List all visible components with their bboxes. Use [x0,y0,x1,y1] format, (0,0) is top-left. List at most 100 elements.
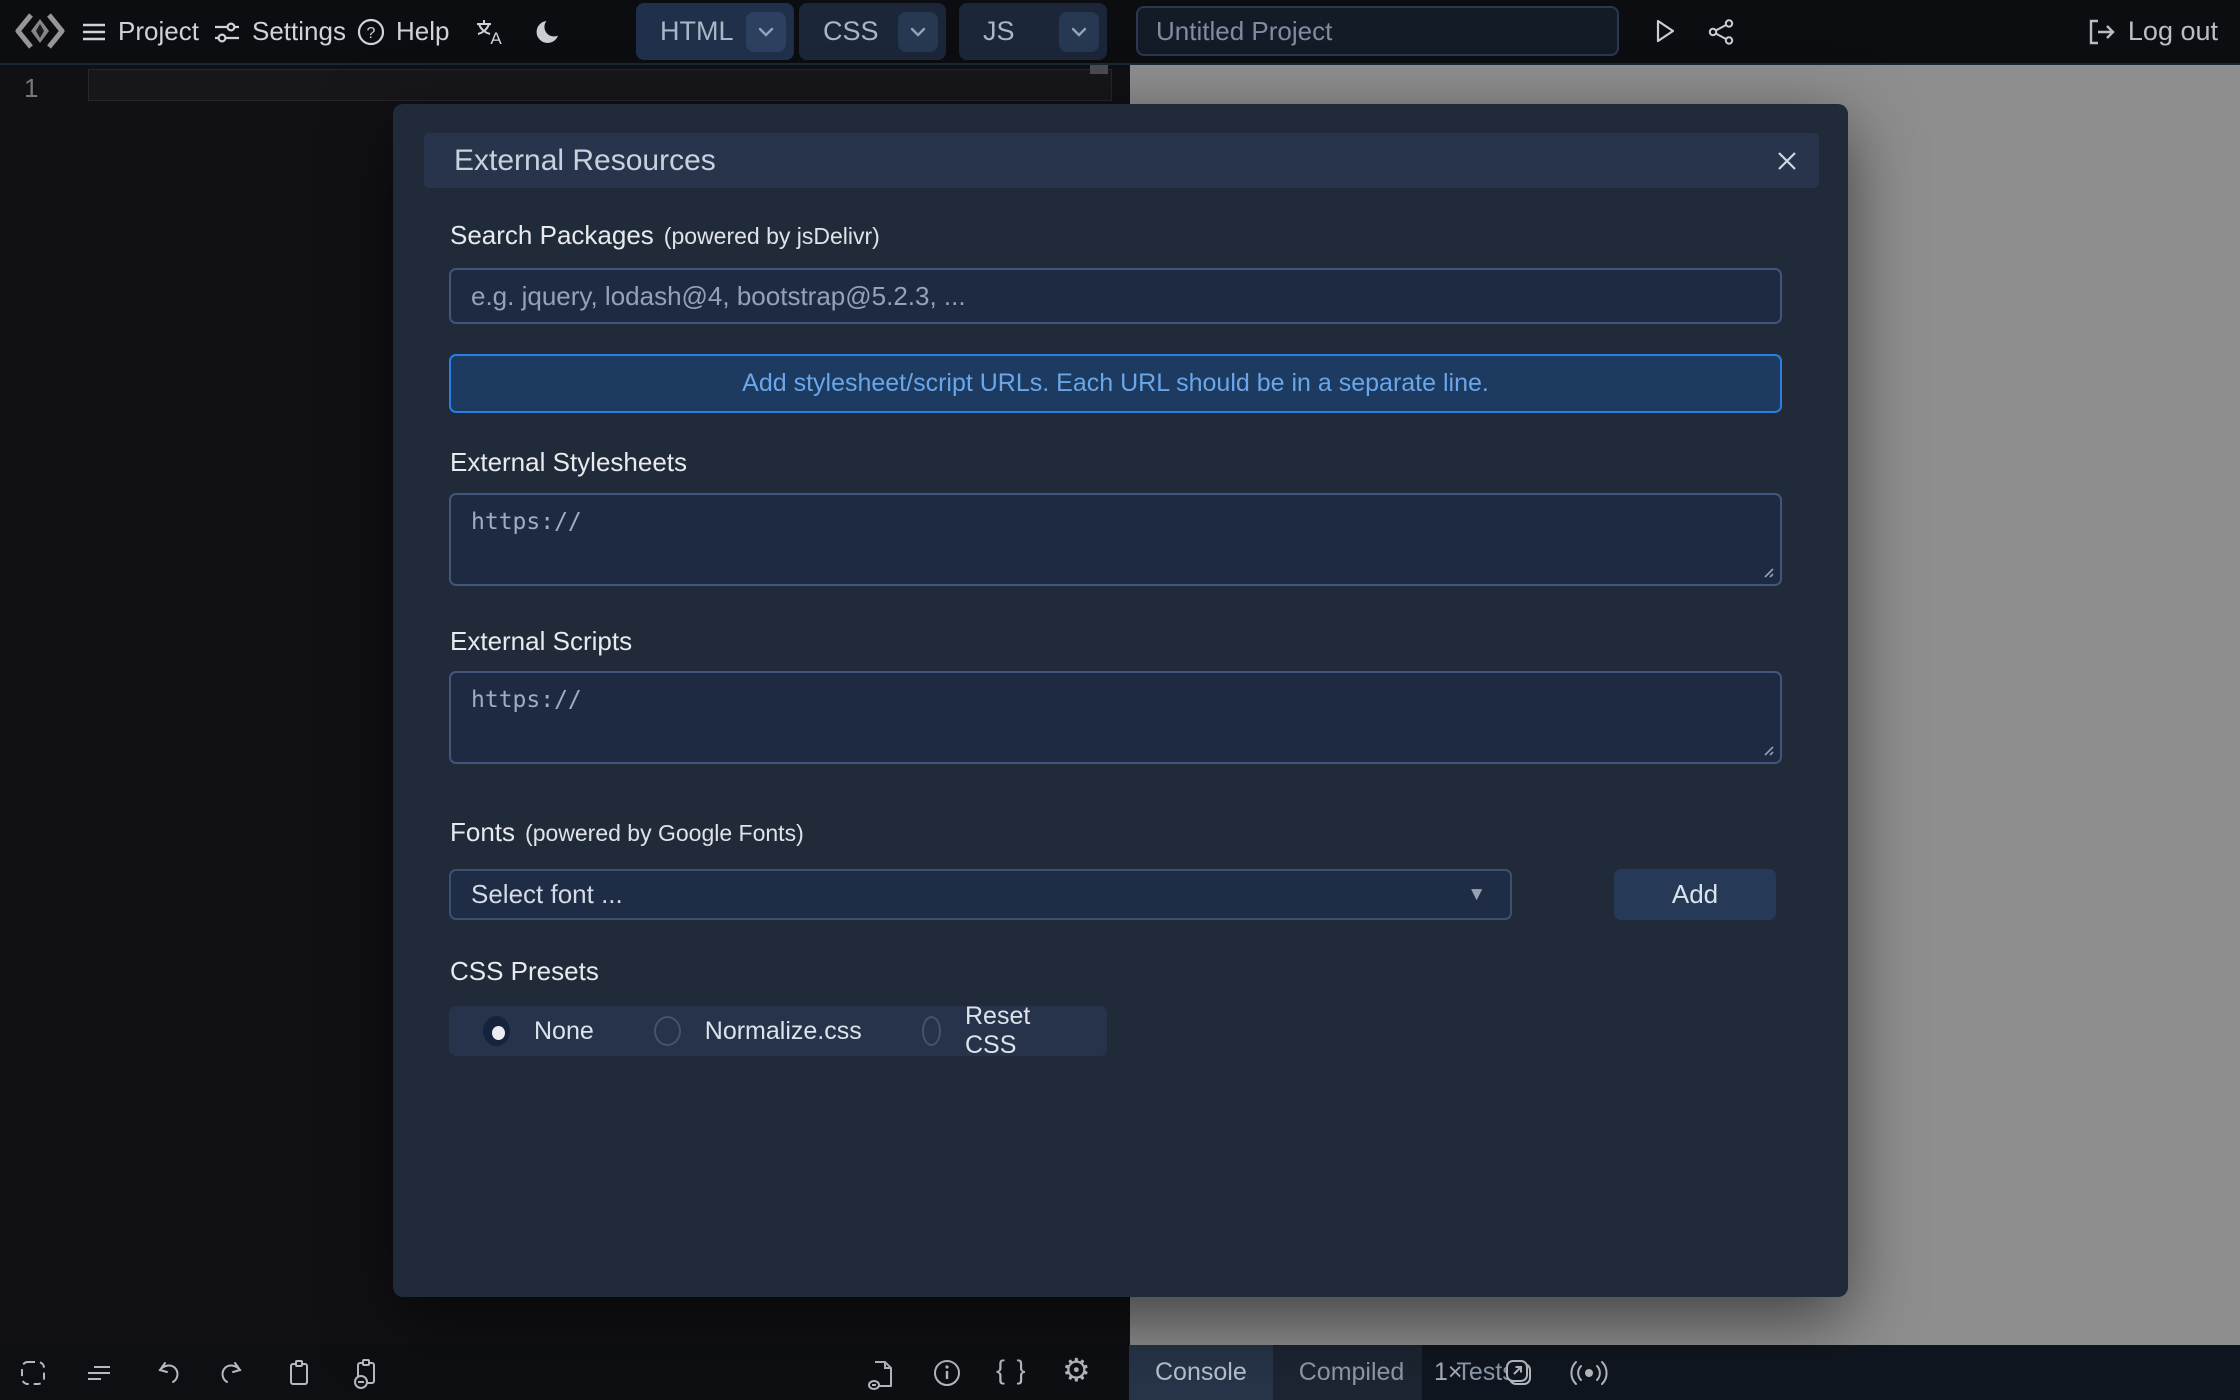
braces-icon: { } [996,1355,1028,1385]
chevron-down-icon [907,21,929,43]
tab-css-label: CSS [799,16,879,47]
translate-button[interactable]: A [474,0,506,63]
external-scripts-textarea[interactable]: https:// [449,671,1782,764]
zoom-level[interactable]: 1× [1434,1345,1463,1400]
hamburger-icon [80,18,108,46]
menu-settings[interactable]: Settings [212,0,346,63]
logout-icon [2086,17,2118,47]
info-icon [932,1358,962,1388]
selection-icon [18,1358,48,1388]
undo-button[interactable] [152,1358,182,1388]
open-in-new-icon [1503,1357,1535,1389]
html-dropdown-button[interactable] [746,12,786,52]
play-icon [1648,15,1680,47]
editor-active-line[interactable] [88,69,1112,101]
app-logo[interactable] [14,10,66,52]
select-arrow-icon: ▼ [1467,884,1486,906]
js-dropdown-button[interactable] [1059,12,1099,52]
fonts-title: Fonts [450,817,515,847]
braces-button[interactable]: { } [996,1355,1028,1386]
css-presets-label: CSS Presets [450,956,599,987]
menu-project-label: Project [118,16,199,47]
resize-grip-icon[interactable] [1760,742,1776,758]
tab-css[interactable]: CSS [799,3,946,60]
external-stylesheets-label: External Stylesheets [450,447,687,478]
preview-statusbar: Console Compiled Tests 1× [1129,1345,2240,1400]
preset-reset-label: Reset CSS [965,1002,1047,1060]
tab-js-label: JS [959,16,1015,47]
top-toolbar: Project Settings ? Help A [0,0,2240,65]
add-font-label: Add [1672,879,1718,910]
external-stylesheets-textarea[interactable]: https:// [449,493,1782,586]
add-font-button[interactable]: Add [1614,869,1776,920]
open-preview-window-button[interactable] [1503,1357,1535,1389]
preset-reset-radio[interactable]: Reset CSS [922,1002,1047,1060]
search-packages-hint: (powered by jsDelivr) [664,223,880,249]
tab-html[interactable]: HTML [636,3,794,60]
live-reload-button[interactable] [1569,1358,1609,1388]
gear-icon: ⚙ [1062,1352,1091,1388]
select-all-button[interactable] [18,1358,48,1388]
resize-grip-icon[interactable] [1760,564,1776,580]
undo-icon [152,1358,182,1388]
radio-selected-icon [483,1016,510,1046]
preset-normalize-label: Normalize.css [705,1017,862,1046]
tab-console[interactable]: Console [1129,1345,1273,1400]
chevron-down-icon [1068,21,1090,43]
package-search-placeholder: e.g. jquery, lodash@4, bootstrap@5.2.3, … [471,281,966,312]
redo-button[interactable] [218,1358,248,1388]
format-icon [84,1358,114,1388]
broadcast-icon [1569,1358,1609,1388]
share-icon [1706,17,1736,47]
external-resources-dialog: External Resources Search Packages (power… [393,104,1848,1297]
preset-none-radio[interactable]: None [483,1016,594,1046]
share-button[interactable] [1706,17,1736,47]
svg-text:A: A [490,29,502,47]
stylesheets-placeholder: https:// [471,509,582,535]
svg-text:?: ? [367,25,376,42]
dark-mode-toggle[interactable] [534,0,564,63]
menu-project[interactable]: Project [80,0,199,63]
editor-settings-button[interactable]: ⚙ [1062,1354,1091,1386]
tab-compiled[interactable]: Compiled [1273,1345,1431,1400]
run-button[interactable] [1648,15,1680,47]
radio-unselected-icon [922,1016,941,1046]
tab-console-label: Console [1155,1358,1247,1387]
file-link-icon [866,1358,896,1390]
editor-scrollbar-thumb[interactable] [1090,65,1108,74]
css-presets-group: None Normalize.css Reset CSS [449,1006,1107,1056]
package-search-input[interactable]: e.g. jquery, lodash@4, bootstrap@5.2.3, … [449,268,1782,324]
font-select[interactable]: Select font ... ▼ [449,869,1512,920]
preset-none-label: None [534,1017,594,1046]
tab-html-label: HTML [636,16,734,47]
console-tab-group: Console Compiled Tests [1129,1345,1422,1400]
url-notice-banner[interactable]: Add stylesheet/script URLs. Each URL sho… [449,354,1782,413]
logout-button[interactable]: Log out [2086,0,2218,63]
format-code-button[interactable] [84,1358,114,1388]
logo-icon [14,10,66,52]
info-button[interactable] [932,1358,962,1388]
menu-help[interactable]: ? Help [356,0,449,63]
preset-normalize-radio[interactable]: Normalize.css [654,1016,862,1046]
close-icon [1774,148,1800,174]
app-root: Project Settings ? Help A [0,0,2240,1400]
file-link-button[interactable] [866,1358,896,1390]
dialog-header: External Resources [424,133,1819,188]
tab-compiled-label: Compiled [1299,1358,1405,1387]
paste-remove-button[interactable] [350,1358,384,1390]
moon-icon [534,17,564,47]
line-number: 1 [24,73,38,104]
logout-label: Log out [2128,16,2218,47]
menu-settings-label: Settings [252,16,346,47]
tab-js[interactable]: JS [959,3,1107,60]
fonts-hint: (powered by Google Fonts) [525,820,804,846]
help-icon: ? [356,17,386,47]
project-name-input[interactable]: Untitled Project [1136,6,1619,56]
search-packages-title: Search Packages [450,220,654,250]
font-select-value: Select font ... [471,879,623,910]
radio-unselected-icon [654,1016,681,1046]
copy-button[interactable] [284,1358,314,1388]
sliders-icon [212,18,242,46]
css-dropdown-button[interactable] [898,12,938,52]
close-dialog-button[interactable] [1769,143,1805,179]
